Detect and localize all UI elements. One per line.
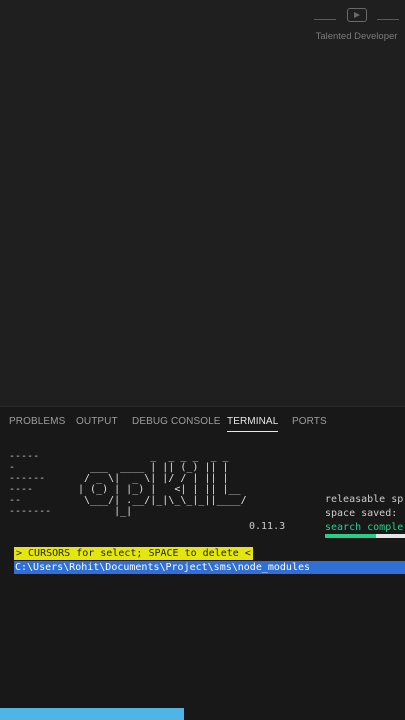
tab-output[interactable]: OUTPUT <box>76 416 118 427</box>
watermark-label: Talented Developer <box>315 31 398 42</box>
status-bar-remote-section[interactable] <box>0 708 184 720</box>
watermark-line-right <box>377 19 399 20</box>
terminal-dash-lines: ----- - ------ ---- -- ------- <box>9 451 52 517</box>
status-bar <box>0 708 405 720</box>
tab-terminal[interactable]: TERMINAL <box>227 416 279 432</box>
panel-tabs: PROBLEMS OUTPUT DEBUG CONSOLE TERMINAL P… <box>0 407 405 437</box>
watermark-line-left <box>314 19 336 20</box>
tab-debug-console[interactable]: DEBUG CONSOLE <box>132 416 221 427</box>
version-label: 0.11.3 <box>249 521 286 532</box>
tab-ports[interactable]: PORTS <box>292 416 327 427</box>
channel-watermark: Talented Developer <box>314 6 399 42</box>
stats-block: releasable sp space saved: search comple <box>325 493 403 535</box>
bottom-panel: PROBLEMS OUTPUT DEBUG CONSOLE TERMINAL P… <box>0 406 405 709</box>
releasable-space-label: releasable sp <box>325 494 404 505</box>
youtube-icon <box>346 8 367 22</box>
search-progress-fill <box>325 534 377 538</box>
keyboard-hint: > CURSORS for select; SPACE to delete < <box>14 547 253 560</box>
search-progress-bar <box>325 534 405 538</box>
search-status-label: search comple <box>325 522 404 533</box>
tab-problems[interactable]: PROBLEMS <box>9 416 65 427</box>
space-saved-label: space saved: <box>325 508 398 519</box>
selected-result-row[interactable]: C:\Users\Rohit\Documents\Project\sms\nod… <box>14 561 405 574</box>
editor-area[interactable] <box>0 0 405 405</box>
npkill-ascii-logo: _ _ _ _ _ _ ___ ____ | || (_) || | / _ \… <box>78 451 247 517</box>
